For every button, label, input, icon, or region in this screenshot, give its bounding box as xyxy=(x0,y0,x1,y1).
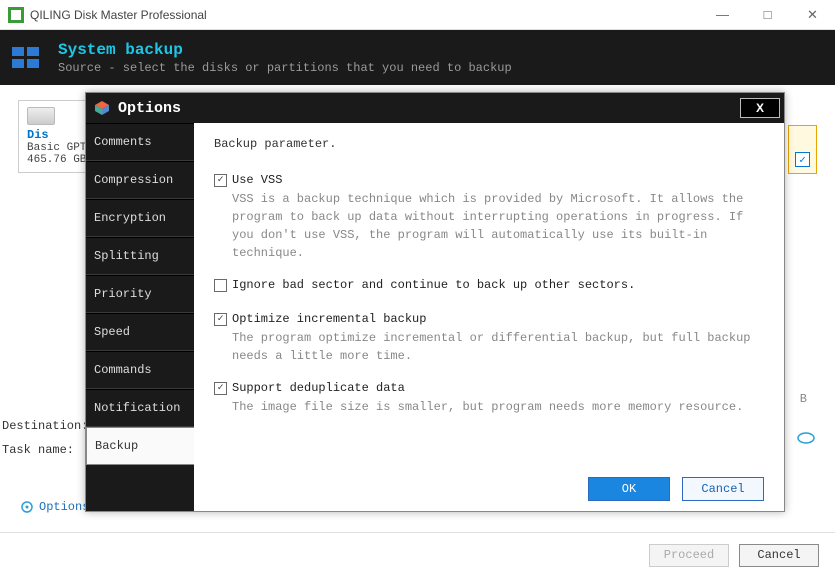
page-subtitle: Source - select the disks or partitions … xyxy=(58,61,512,75)
footer: Proceed Cancel xyxy=(0,532,835,577)
options-dialog: Options X Comments Compression Encryptio… xyxy=(85,92,785,512)
option-ignore-row[interactable]: Ignore bad sector and continue to back u… xyxy=(214,278,764,292)
option-use-vss: ✓ Use VSS VSS is a backup technique whic… xyxy=(214,173,764,272)
sidebar-item-splitting[interactable]: Splitting xyxy=(86,237,194,275)
sidebar-item-compression[interactable]: Compression xyxy=(86,161,194,199)
dialog-buttons: OK Cancel xyxy=(214,469,764,501)
option-optimize-row[interactable]: ✓ Optimize incremental backup xyxy=(214,312,764,326)
dedup-label: Support deduplicate data xyxy=(232,381,405,395)
minimize-button[interactable]: — xyxy=(700,0,745,30)
cancel-button[interactable]: Cancel xyxy=(739,544,819,567)
ignore-checkbox[interactable] xyxy=(214,279,227,292)
dialog-ok-button[interactable]: OK xyxy=(588,477,670,501)
dialog-sidebar: Comments Compression Encryption Splittin… xyxy=(86,123,194,511)
option-dedup-row[interactable]: ✓ Support deduplicate data xyxy=(214,381,764,395)
sidebar-item-commands[interactable]: Commands xyxy=(86,351,194,389)
options-link-label: Options xyxy=(39,500,89,514)
dialog-icon xyxy=(94,100,110,116)
sidebar-item-encryption[interactable]: Encryption xyxy=(86,199,194,237)
cloud-icon[interactable] xyxy=(797,430,815,448)
gear-icon xyxy=(20,500,34,514)
sidebar-item-speed[interactable]: Speed xyxy=(86,313,194,351)
option-ignore-bad-sector: Ignore bad sector and continue to back u… xyxy=(214,278,764,306)
maximize-button[interactable]: □ xyxy=(745,0,790,30)
dialog-titlebar: Options X xyxy=(86,93,784,123)
use-vss-desc: VSS is a backup technique which is provi… xyxy=(232,190,764,262)
window-title: QILING Disk Master Professional xyxy=(30,8,207,22)
proceed-button[interactable]: Proceed xyxy=(649,544,729,567)
dialog-title: Options xyxy=(118,100,181,117)
sidebar-item-comments[interactable]: Comments xyxy=(86,123,194,161)
ignore-label: Ignore bad sector and continue to back u… xyxy=(232,278,635,292)
sidebar-item-notification[interactable]: Notification xyxy=(86,389,194,427)
dialog-content: Backup parameter. ✓ Use VSS VSS is a bac… xyxy=(194,123,784,511)
page-title: System backup xyxy=(58,41,512,59)
dialog-body: Comments Compression Encryption Splittin… xyxy=(86,123,784,511)
banner-icon xyxy=(12,42,44,74)
optimize-desc: The program optimize incremental or diff… xyxy=(232,329,764,365)
page-banner: System backup Source - select the disks … xyxy=(0,30,835,85)
use-vss-label: Use VSS xyxy=(232,173,282,187)
disk-icon xyxy=(27,107,55,125)
dialog-close-button[interactable]: X xyxy=(740,98,780,118)
option-use-vss-row[interactable]: ✓ Use VSS xyxy=(214,173,764,187)
dedup-desc: The image file size is smaller, but prog… xyxy=(232,398,764,416)
content-heading: Backup parameter. xyxy=(214,137,764,151)
window-controls: — □ ✕ xyxy=(700,0,835,30)
window-titlebar: QILING Disk Master Professional — □ ✕ xyxy=(0,0,835,30)
app-icon xyxy=(8,7,24,23)
optimize-checkbox[interactable]: ✓ xyxy=(214,313,227,326)
option-optimize-incremental: ✓ Optimize incremental backup The progra… xyxy=(214,312,764,375)
hidden-text: B xyxy=(800,392,807,406)
sidebar-item-backup[interactable]: Backup xyxy=(86,427,194,465)
options-link[interactable]: Options xyxy=(20,500,89,514)
option-support-dedup: ✓ Support deduplicate data The image fil… xyxy=(214,381,764,426)
partition-checkbox[interactable]: ✓ xyxy=(795,152,810,167)
use-vss-checkbox[interactable]: ✓ xyxy=(214,174,227,187)
optimize-label: Optimize incremental backup xyxy=(232,312,426,326)
dialog-cancel-button[interactable]: Cancel xyxy=(682,477,764,501)
sidebar-item-priority[interactable]: Priority xyxy=(86,275,194,313)
dedup-checkbox[interactable]: ✓ xyxy=(214,382,227,395)
selection-panel: ✓ xyxy=(788,125,817,174)
close-button[interactable]: ✕ xyxy=(790,0,835,30)
